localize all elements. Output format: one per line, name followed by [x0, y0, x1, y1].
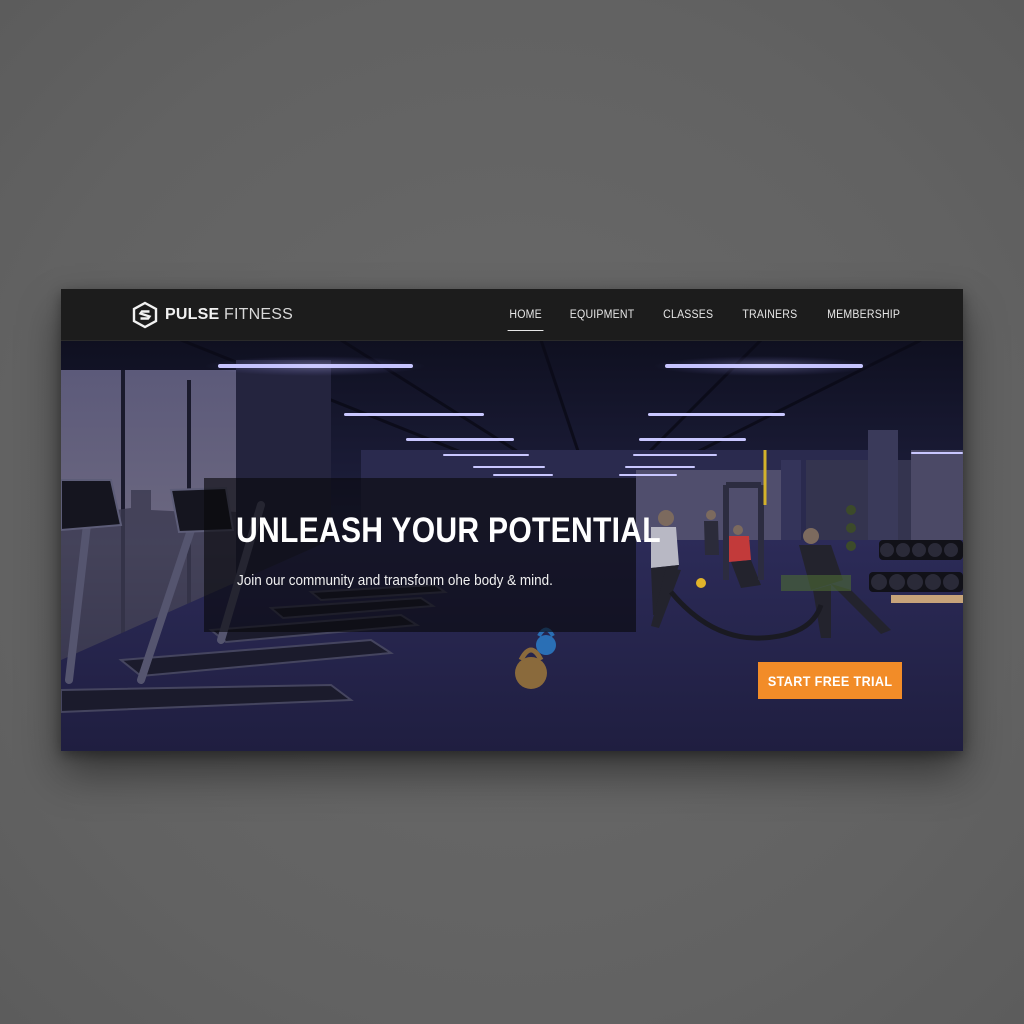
nav-menu: HOME EQUIPMENT CLASSES TRAINERS MEMBERSH… — [484, 289, 903, 340]
brand-name-bold: PULSE — [165, 306, 220, 323]
top-navbar: PULSE FITNESS HOME EQUIPMENT CLASSES TRA… — [61, 289, 963, 341]
nav-membership[interactable]: MEMBERSHIP — [827, 305, 900, 325]
brand-name-light: FITNESS — [224, 306, 293, 323]
hexagon-s-logo-icon — [132, 301, 158, 329]
hero-subheadline: Join our community and transfonm ohe bod… — [237, 572, 553, 589]
start-free-trial-button[interactable]: START FREE TRIAL — [758, 662, 902, 699]
nav-classes[interactable]: CLASSES — [664, 305, 714, 325]
hero-headline: UNLEASH YOUR POTENTIAL — [236, 511, 661, 550]
nav-trainers[interactable]: TRAINERS — [742, 305, 797, 325]
website-screenshot: PULSE FITNESS HOME EQUIPMENT CLASSES TRA… — [61, 289, 963, 751]
hero-text-backdrop — [204, 478, 636, 632]
hero-section: UNLEASH YOUR POTENTIAL Join our communit… — [61, 340, 963, 751]
start-free-trial-label: START FREE TRIAL — [767, 672, 893, 689]
brand-logo-link[interactable]: PULSE FITNESS — [131, 301, 293, 329]
brand-name: PULSE FITNESS — [165, 306, 293, 324]
nav-equipment[interactable]: EQUIPMENT — [570, 305, 635, 325]
nav-home[interactable]: HOME — [507, 305, 545, 331]
